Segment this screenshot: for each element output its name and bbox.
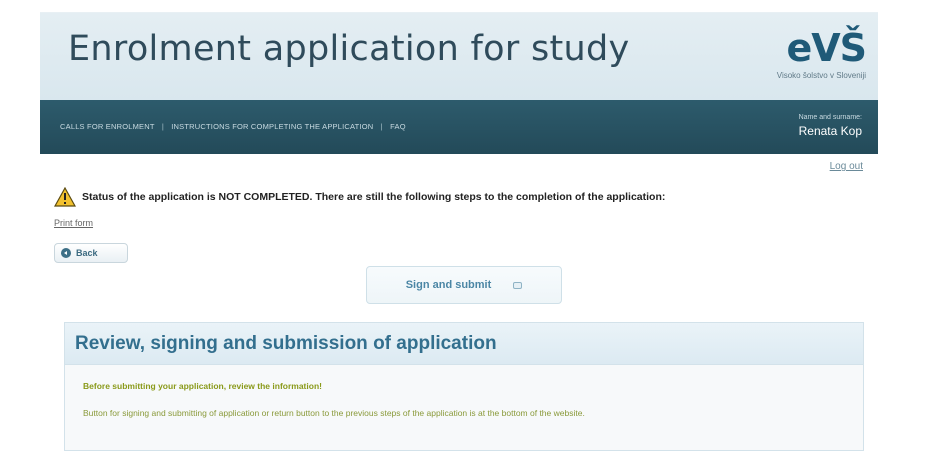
sign-and-submit-tab[interactable]: Sign and submit [366,266,562,304]
header-banner: Enrolment application for study eVŠ Viso… [40,12,878,100]
sign-and-submit-label: Sign and submit [405,279,492,291]
page-title: Enrolment application for study [68,29,630,69]
panel-header: Review, signing and submission of applic… [65,323,863,365]
back-arrow-circle-icon [61,248,71,258]
evs-logo[interactable]: eVŠ Visoko šolstvo v Sloveniji [746,26,867,80]
nav-links: CALLS FOR ENROLMENT | INSTRUCTIONS FOR C… [60,122,406,131]
nav-link-faq[interactable]: FAQ [390,122,406,131]
envelope-icon [513,281,523,289]
user-name: Renata Kop [798,124,862,138]
panel-body: Before submitting your application, revi… [65,365,863,418]
panel-instructions: Button for signing and submitting of app… [83,408,585,418]
print-form-link[interactable]: Print form [54,218,93,228]
status-message: Status of the application is NOT COMPLET… [54,186,665,208]
nav-separator: | [161,122,164,131]
user-info: Name and surname: Renata Kop [799,114,862,138]
nav-separator: | [380,122,383,131]
user-caption: Name and surname: [798,114,862,121]
status-text: Status of the application is NOT COMPLET… [82,191,666,203]
logout-link[interactable]: Log out [830,161,863,172]
top-navbar: CALLS FOR ENROLMENT | INSTRUCTIONS FOR C… [40,100,878,154]
nav-link-instructions[interactable]: INSTRUCTIONS FOR COMPLETING THE APPLICAT… [171,122,373,131]
page: Enrolment application for study eVŠ Viso… [0,0,941,451]
logo-subtitle: Visoko šolstvo v Sloveniji [776,71,866,80]
back-button-label: Back [76,248,98,258]
review-notice: Before submitting your application, revi… [83,381,322,391]
panel-title: Review, signing and submission of applic… [75,332,497,354]
review-panel: Review, signing and submission of applic… [64,322,864,451]
nav-link-calls-for-enrolment[interactable]: CALLS FOR ENROLMENT [60,122,155,131]
back-button[interactable]: Back [54,243,128,263]
logo-mark: eVŠ [786,26,867,70]
warning-triangle-icon [54,187,76,207]
